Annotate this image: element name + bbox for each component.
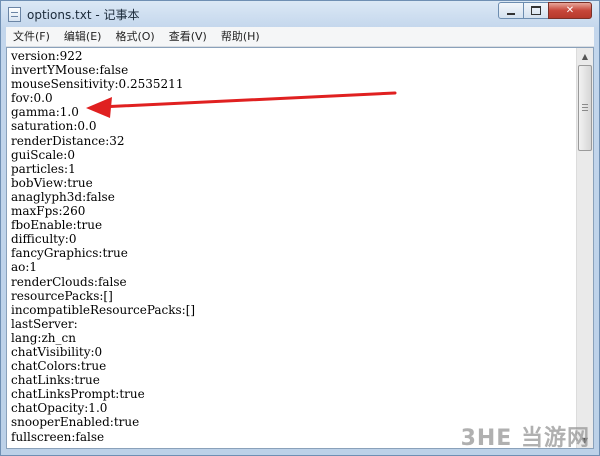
text-line: fboEnable:true: [11, 218, 103, 233]
menu-view[interactable]: 查看(V): [162, 27, 214, 46]
close-icon: ✕: [565, 5, 575, 16]
text-line: renderDistance:32: [11, 133, 125, 148]
text-line: lastServer:: [11, 316, 78, 331]
scroll-up-arrow-icon[interactable]: ▲: [577, 48, 593, 64]
text-line: chatLinksPrompt:true: [11, 387, 145, 402]
text-line: particles:1: [11, 161, 76, 176]
text-line: incompatibleResourcePacks:[]: [11, 302, 196, 317]
menu-bar: 文件(F) 编辑(E) 格式(O) 查看(V) 帮助(H): [6, 27, 594, 47]
text-line: chatOpacity:1.0: [11, 401, 108, 416]
minimize-icon: [507, 12, 515, 15]
text-line: ao:1: [11, 260, 38, 275]
grip-line: [582, 104, 588, 105]
text-line: chatColors:true: [11, 359, 107, 374]
grip-line: [582, 107, 588, 108]
text-line: bobView:true: [11, 175, 93, 190]
text-line: chatLinks:true: [11, 373, 100, 388]
maximize-icon: [531, 6, 541, 15]
text-line: version:922: [11, 49, 83, 63]
vertical-scrollbar[interactable]: ▲ ▼: [576, 48, 593, 448]
notepad-window: options.txt - 记事本 ✕ 文件(F) 编辑(E) 格式(O) 查看…: [0, 0, 600, 456]
text-line: lang:zh_cn: [11, 330, 76, 345]
grip-line: [582, 110, 588, 111]
menu-help[interactable]: 帮助(H): [214, 27, 267, 46]
menu-format[interactable]: 格式(O): [108, 27, 161, 46]
caption-buttons: ✕: [498, 2, 592, 19]
document-text[interactable]: version:922 invertYMouse:false mouseSens…: [11, 49, 577, 444]
text-line: resourcePacks:[]: [11, 288, 113, 303]
minimize-button[interactable]: [498, 2, 524, 19]
text-line: mouseSensitivity:0.2535211: [11, 77, 184, 92]
menu-edit[interactable]: 编辑(E): [57, 27, 109, 46]
text-line: difficulty:0: [11, 232, 77, 247]
site-watermark: 3HE 当游网: [460, 426, 590, 451]
scrollbar-thumb[interactable]: [578, 65, 592, 151]
text-editor[interactable]: version:922 invertYMouse:false mouseSens…: [6, 47, 594, 449]
close-button[interactable]: ✕: [548, 2, 592, 19]
text-line: guiScale:0: [11, 147, 75, 162]
text-line: chatVisibility:0: [11, 344, 103, 359]
text-line: maxFps:260: [11, 204, 86, 219]
maximize-button[interactable]: [523, 2, 549, 19]
menu-file[interactable]: 文件(F): [6, 27, 57, 46]
text-line: fov:0.0: [11, 91, 53, 106]
title-bar[interactable]: options.txt - 记事本 ✕: [1, 1, 599, 27]
text-line: anaglyph3d:false: [11, 189, 115, 204]
notepad-icon: [8, 7, 21, 22]
text-line: gamma:1.0: [11, 105, 79, 120]
text-line: fancyGraphics:true: [11, 246, 128, 261]
text-line: invertYMouse:false: [11, 63, 129, 78]
window-title: options.txt - 记事本: [27, 8, 140, 22]
text-line: renderClouds:false: [11, 274, 127, 289]
text-line: saturation:0.0: [11, 119, 97, 134]
